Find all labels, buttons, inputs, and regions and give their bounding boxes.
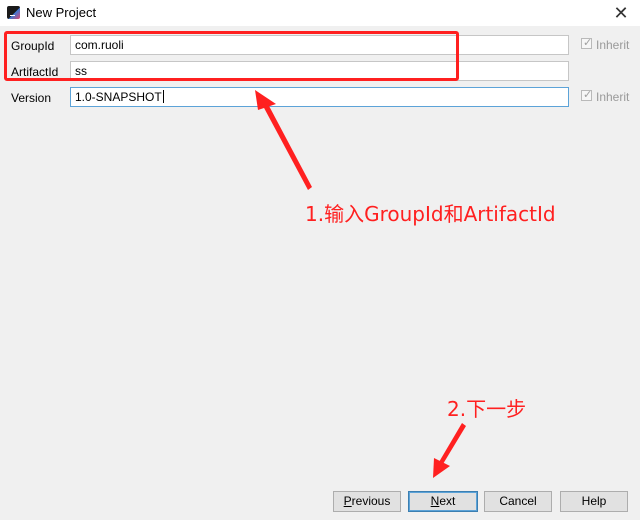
- intellij-idea-icon: [7, 6, 20, 19]
- title-bar: New Project ✕: [0, 0, 640, 26]
- close-icon[interactable]: ✕: [608, 0, 634, 26]
- cancel-button[interactable]: Cancel: [484, 491, 552, 512]
- annotation-step2: 2.下一步: [447, 397, 527, 421]
- inherit-label: Inherit: [596, 38, 630, 52]
- arrow-down-head: [433, 458, 450, 478]
- window-title: New Project: [26, 5, 97, 20]
- text-caret: [162, 90, 164, 103]
- annotation-step1: 1.输入GroupId和ArtifactId: [305, 202, 556, 226]
- version-input[interactable]: 1.0-SNAPSHOT: [70, 87, 569, 107]
- version-label: Version: [11, 91, 52, 105]
- next-button[interactable]: Next: [408, 491, 478, 512]
- previous-button[interactable]: Previous: [333, 491, 401, 512]
- annotation-highlight-box: [4, 31, 459, 81]
- version-value: 1.0-SNAPSHOT: [75, 90, 162, 104]
- check-icon: ✓: [583, 37, 593, 49]
- checkbox-box[interactable]: ✓: [581, 89, 593, 101]
- check-icon: ✓: [583, 89, 593, 101]
- help-button[interactable]: Help: [560, 491, 628, 512]
- inherit-label: Inherit: [596, 90, 630, 104]
- arrow-up-icon: [263, 104, 312, 190]
- arrow-down-icon: [439, 423, 466, 464]
- checkbox-box[interactable]: ✓: [581, 37, 593, 49]
